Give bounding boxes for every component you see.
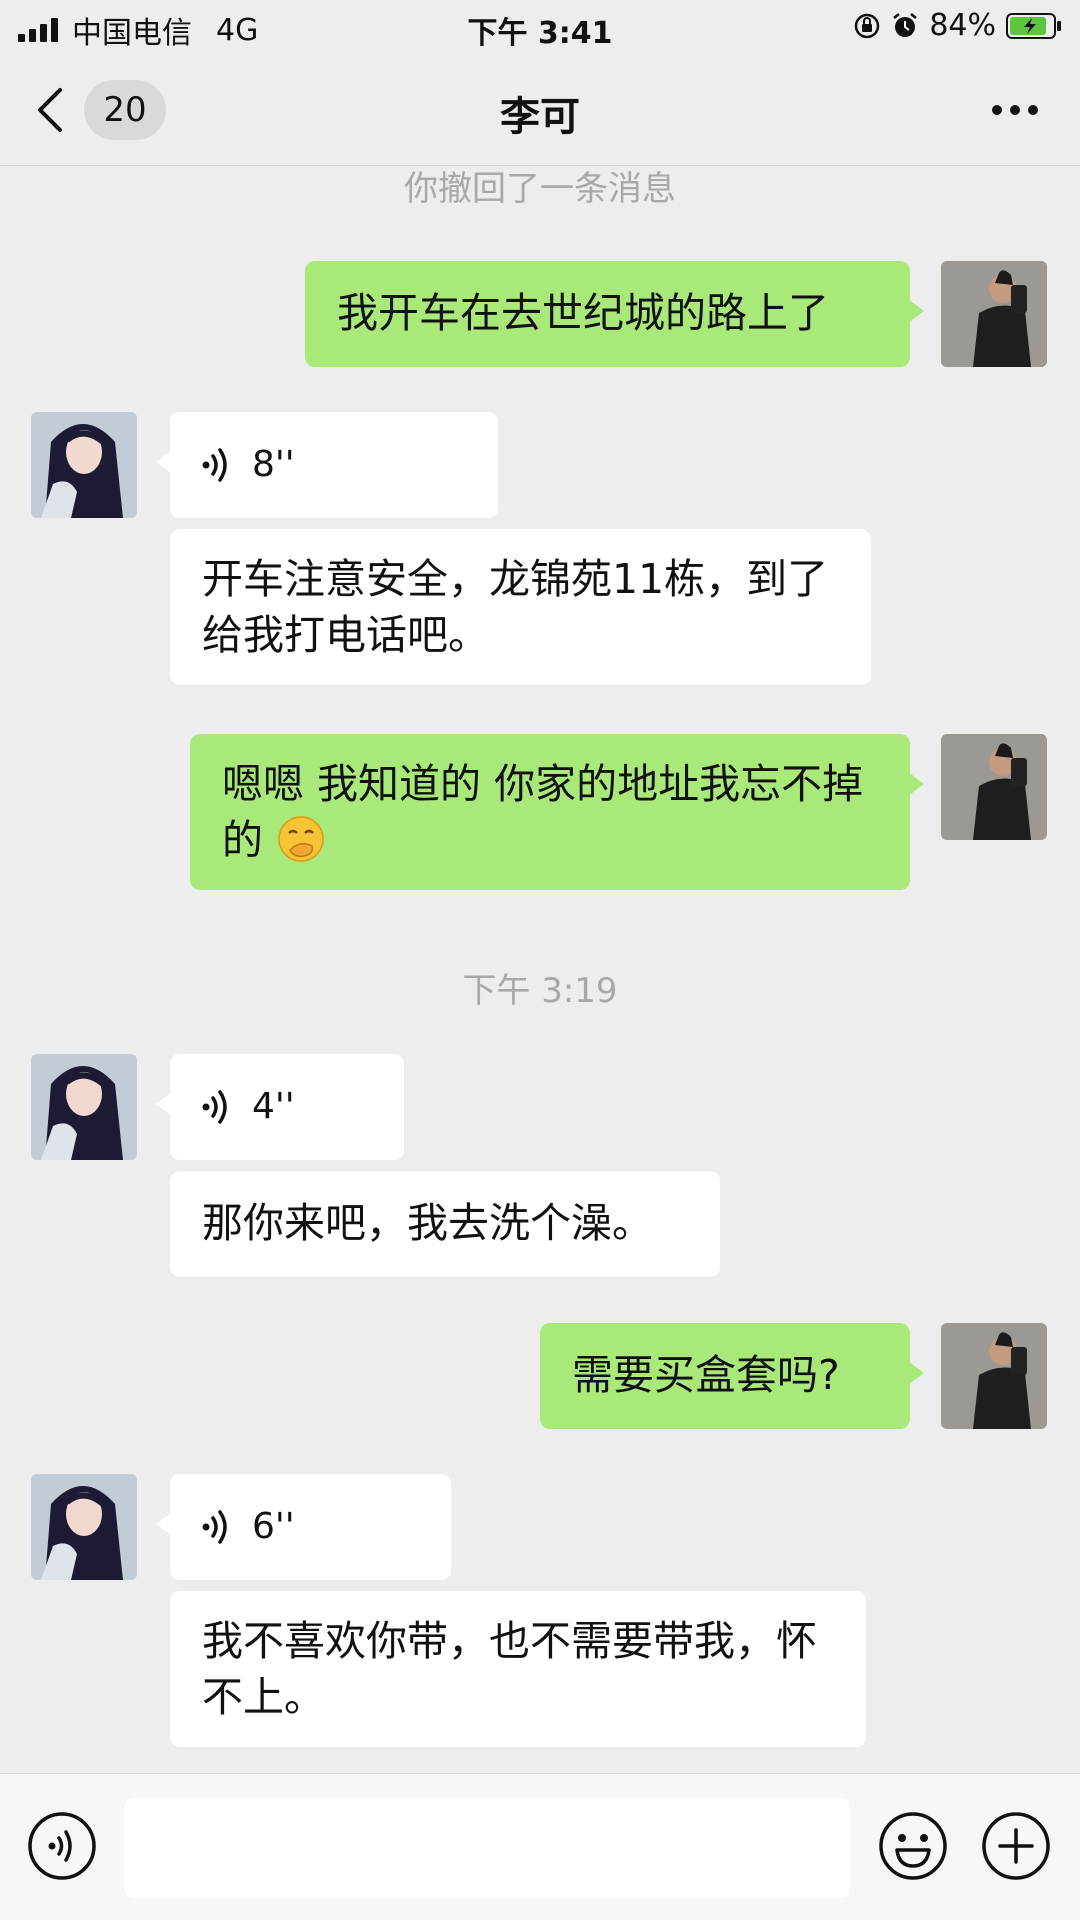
my-message-bubble[interactable]: 我开车在去世纪城的路上了	[305, 261, 924, 367]
message-text: 那你来吧，我去洗个澡。	[202, 1199, 653, 1247]
message-input[interactable]	[124, 1798, 850, 1898]
voice-message-bubble[interactable]: 4''	[156, 1054, 404, 1160]
my-avatar[interactable]	[941, 261, 1047, 367]
emoji-button[interactable]	[877, 1810, 949, 1882]
chat-header: 20 李可	[0, 54, 1080, 166]
voice-duration: 4''	[252, 1086, 295, 1127]
voice-wave-icon	[202, 1090, 227, 1124]
rotation-lock-icon	[855, 13, 880, 38]
voice-wave-icon	[202, 448, 227, 482]
message-text: 开车注意安全，龙锦苑11栋，到了给我打电话吧。	[202, 555, 829, 659]
alarm-icon	[893, 12, 918, 37]
battery-percent: 84%	[929, 8, 996, 43]
recall-notice: 你撤回了一条消息	[404, 169, 676, 209]
my-message-bubble[interactable]: 嗯嗯 我知道的 你家的地址我忘不掉的	[190, 734, 924, 890]
message-text: 我不喜欢你带，也不需要带我，怀不上。	[202, 1617, 817, 1721]
chat-title: 李可	[500, 94, 580, 140]
status-bar: 中国电信 4G 下午 3:41 84%	[0, 0, 1080, 54]
my-avatar[interactable]	[941, 734, 1047, 840]
voice-wave-icon	[202, 1510, 227, 1544]
voice-duration: 8''	[252, 444, 295, 485]
plus-button[interactable]	[980, 1810, 1052, 1882]
contact-message-bubble[interactable]: 开车注意安全，龙锦苑11栋，到了给我打电话吧。	[170, 529, 871, 685]
voice-message-bubble[interactable]: 8''	[156, 412, 498, 518]
contact-message-bubble[interactable]: 我不喜欢你带，也不需要带我，怀不上。	[170, 1591, 866, 1747]
my-message-bubble[interactable]: 需要买盒套吗?	[540, 1323, 924, 1429]
hand-over-mouth-emoji-icon	[278, 816, 324, 862]
battery-icon	[1006, 12, 1061, 39]
chat-message-list[interactable]: 你撤回了一条消息 我开车在去世纪城的路上了 8'' 开车注意安全，龙锦苑11栋，…	[0, 167, 1080, 1773]
chat-input-bar	[0, 1773, 1080, 1920]
voice-input-button[interactable]	[26, 1810, 98, 1882]
voice-message-bubble[interactable]: 6''	[156, 1474, 451, 1580]
contact-avatar[interactable]	[31, 1054, 137, 1160]
message-timestamp: 下午 3:19	[462, 971, 618, 1011]
my-avatar[interactable]	[941, 1323, 1047, 1429]
message-text: 需要买盒套吗?	[572, 1351, 840, 1399]
voice-duration: 6''	[252, 1506, 295, 1547]
status-right: 84%	[853, 8, 1062, 43]
contact-message-bubble[interactable]: 那你来吧，我去洗个澡。	[170, 1171, 720, 1277]
contact-avatar[interactable]	[31, 1474, 137, 1580]
more-button[interactable]	[990, 102, 1040, 118]
message-text: 我开车在去世纪城的路上了	[337, 289, 829, 337]
contact-avatar[interactable]	[31, 412, 137, 518]
